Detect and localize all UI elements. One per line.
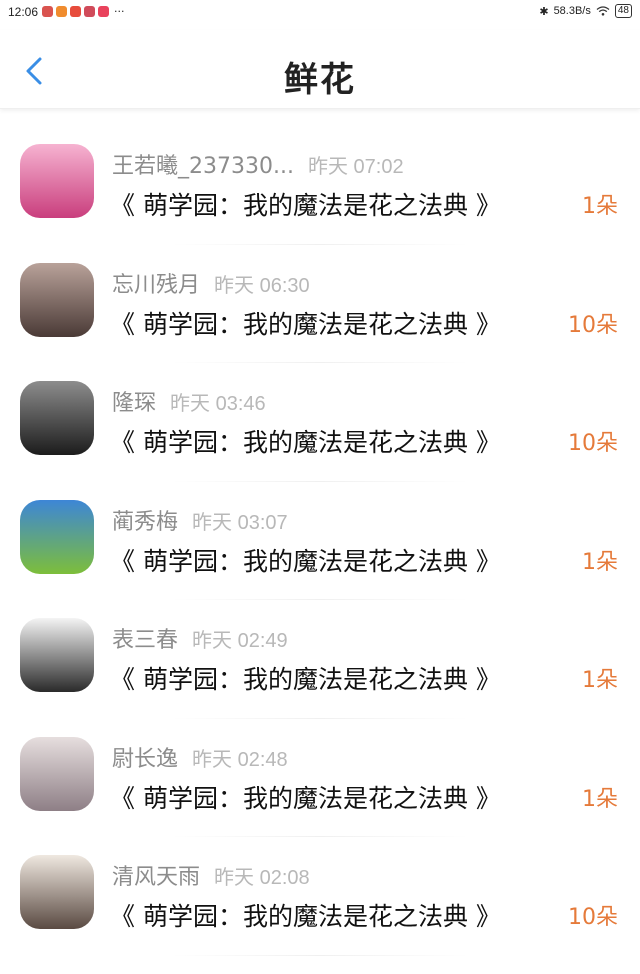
avatar[interactable] — [20, 736, 94, 811]
flower-count: 1朵 — [582, 668, 618, 693]
user-name[interactable]: 尉长逸 — [112, 741, 178, 773]
bluetooth-icon: ✱ — [539, 5, 549, 18]
status-time: 12:06 — [8, 5, 39, 19]
notification-icons: ··· — [42, 6, 125, 17]
flower-count: 10朵 — [568, 905, 618, 930]
item-meta: 尉长逸 昨天 02:48 — [112, 741, 288, 773]
item-meta: 清风天雨 昨天 02:08 — [112, 859, 310, 891]
avatar[interactable] — [20, 262, 94, 337]
user-name[interactable]: 表三春 — [112, 622, 178, 654]
status-bar: 12:06 ··· ✱ 58.3B/s 48 — [0, 0, 640, 26]
user-name[interactable]: 忘川残月 — [112, 267, 200, 299]
item-time: 昨天 03:07 — [192, 511, 288, 534]
list-item[interactable]: 忘川残月 昨天 06:30 《 萌学园：我的魔法是花之法典 》 10朵 — [0, 245, 640, 363]
list-item[interactable]: 表三春 昨天 02:49 《 萌学园：我的魔法是花之法典 》 1朵 — [0, 600, 640, 719]
divider — [170, 954, 470, 956]
list-item[interactable]: 隆琛 昨天 03:46 《 萌学园：我的魔法是花之法典 》 10朵 — [0, 363, 640, 482]
flower-list: 王若曦_237330... 昨天 07:02 《 萌学园：我的魔法是花之法典 》… — [0, 126, 640, 956]
flower-count: 1朵 — [582, 194, 618, 219]
item-meta: 王若曦_237330... 昨天 07:02 — [112, 148, 404, 180]
item-time: 昨天 06:30 — [214, 274, 310, 297]
notification-icon — [56, 6, 67, 17]
net-speed: 58.3B/s — [553, 5, 591, 17]
item-meta: 蔺秀梅 昨天 03:07 — [112, 504, 288, 536]
book-title[interactable]: 《 萌学园：我的魔法是花之法典 》 — [110, 186, 501, 222]
app-header: 鲜花 — [0, 30, 640, 109]
book-title[interactable]: 《 萌学园：我的魔法是花之法典 》 — [110, 897, 501, 933]
book-title[interactable]: 《 萌学园：我的魔法是花之法典 》 — [110, 542, 501, 578]
page-title: 鲜花 — [284, 60, 356, 100]
item-meta: 表三春 昨天 02:49 — [112, 622, 288, 654]
item-time: 昨天 07:02 — [307, 156, 404, 178]
battery-icon: 48 — [614, 4, 632, 18]
list-item[interactable]: 清风天雨 昨天 02:08 《 萌学园：我的魔法是花之法典 》 10朵 — [0, 837, 640, 956]
item-time: 昨天 02:08 — [214, 867, 310, 889]
flower-count: 10朵 — [568, 431, 618, 456]
book-title[interactable]: 《 萌学园：我的魔法是花之法典 》 — [110, 423, 501, 459]
user-name[interactable]: 清风天雨 — [112, 859, 200, 891]
book-title[interactable]: 《 萌学园：我的魔法是花之法典 》 — [110, 779, 501, 815]
user-name[interactable]: 隆琛 — [112, 385, 156, 417]
avatar[interactable] — [20, 855, 94, 929]
flower-count: 10朵 — [568, 312, 618, 338]
notification-icon — [98, 6, 109, 17]
item-meta: 忘川残月 昨天 06:30 — [112, 267, 310, 299]
list-item[interactable]: 蔺秀梅 昨天 03:07 《 萌学园：我的魔法是花之法典 》 1朵 — [0, 482, 640, 600]
item-time: 昨天 03:46 — [170, 393, 266, 415]
avatar[interactable] — [20, 144, 94, 218]
avatar[interactable] — [20, 618, 94, 692]
wifi-icon — [596, 6, 610, 16]
more-notifications-icon: ··· — [114, 4, 125, 18]
notification-icon — [42, 6, 53, 17]
list-item[interactable]: 王若曦_237330... 昨天 07:02 《 萌学园：我的魔法是花之法典 》… — [0, 126, 640, 245]
list-item[interactable]: 尉长逸 昨天 02:48 《 萌学园：我的魔法是花之法典 》 1朵 — [0, 719, 640, 837]
item-time: 昨天 02:48 — [192, 748, 288, 771]
book-title[interactable]: 《 萌学园：我的魔法是花之法典 》 — [110, 305, 501, 341]
avatar[interactable] — [20, 381, 94, 455]
notification-icon — [70, 6, 81, 17]
item-time: 昨天 02:49 — [192, 630, 288, 652]
book-title[interactable]: 《 萌学园：我的魔法是花之法典 》 — [110, 660, 501, 696]
user-name[interactable]: 王若曦_237330... — [112, 148, 294, 180]
user-name[interactable]: 蔺秀梅 — [112, 504, 178, 536]
item-meta: 隆琛 昨天 03:46 — [112, 385, 266, 417]
avatar[interactable] — [20, 499, 94, 574]
flower-count: 1朵 — [582, 549, 618, 575]
notification-icon — [84, 6, 95, 17]
flower-count: 1朵 — [582, 786, 618, 812]
